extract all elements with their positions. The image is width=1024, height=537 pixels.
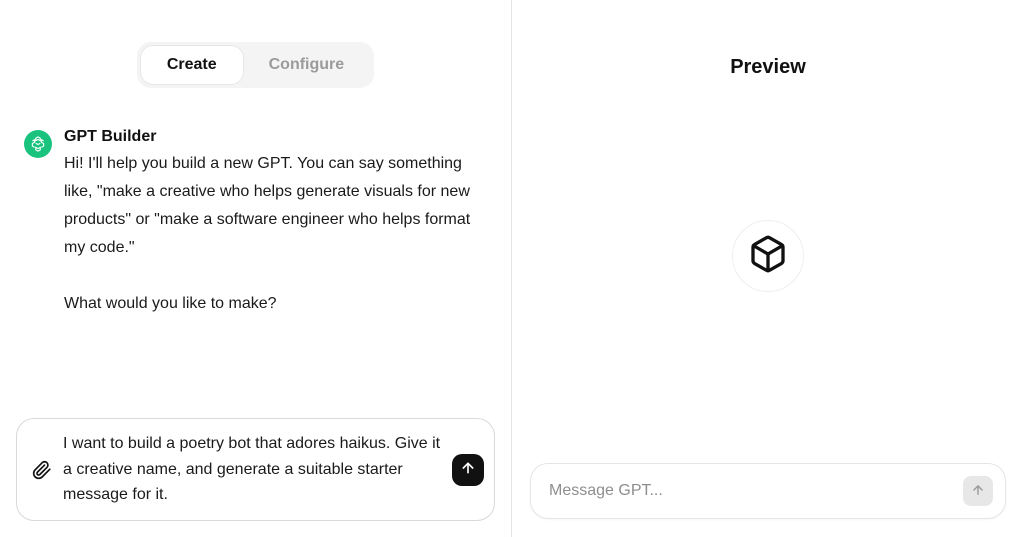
attachment-icon[interactable] (31, 459, 53, 481)
preview-send-button[interactable] (963, 476, 993, 506)
chat-area: GPT Builder Hi! I'll help you build a ne… (16, 88, 495, 418)
composer-input[interactable] (63, 429, 442, 510)
message-title: GPT Builder (64, 128, 484, 146)
cube-icon (748, 234, 788, 279)
message-body: Hi! I'll help you build a new GPT. You c… (64, 150, 484, 318)
preview-input[interactable] (549, 482, 963, 500)
preview-composer (530, 463, 1006, 519)
arrow-up-icon (460, 460, 476, 479)
arrow-up-icon (971, 483, 985, 500)
tabs: Create Configure (137, 42, 374, 88)
openai-logo-icon (24, 130, 52, 158)
composer (16, 418, 495, 521)
composer-wrap (16, 418, 495, 537)
builder-message: GPT Builder Hi! I'll help you build a ne… (24, 128, 487, 318)
send-button[interactable] (452, 454, 484, 486)
tab-configure[interactable]: Configure (243, 46, 371, 84)
message-content: GPT Builder Hi! I'll help you build a ne… (64, 128, 484, 318)
preview-avatar (732, 220, 804, 292)
tabs-container: Create Configure (16, 0, 495, 88)
preview-composer-wrap (512, 463, 1024, 537)
preview-center (512, 79, 1024, 463)
tab-create[interactable]: Create (141, 46, 243, 84)
preview-title: Preview (730, 0, 806, 79)
builder-panel: Create Configure GPT Builder Hi! I'll he… (0, 0, 512, 537)
preview-panel: Preview (512, 0, 1024, 537)
